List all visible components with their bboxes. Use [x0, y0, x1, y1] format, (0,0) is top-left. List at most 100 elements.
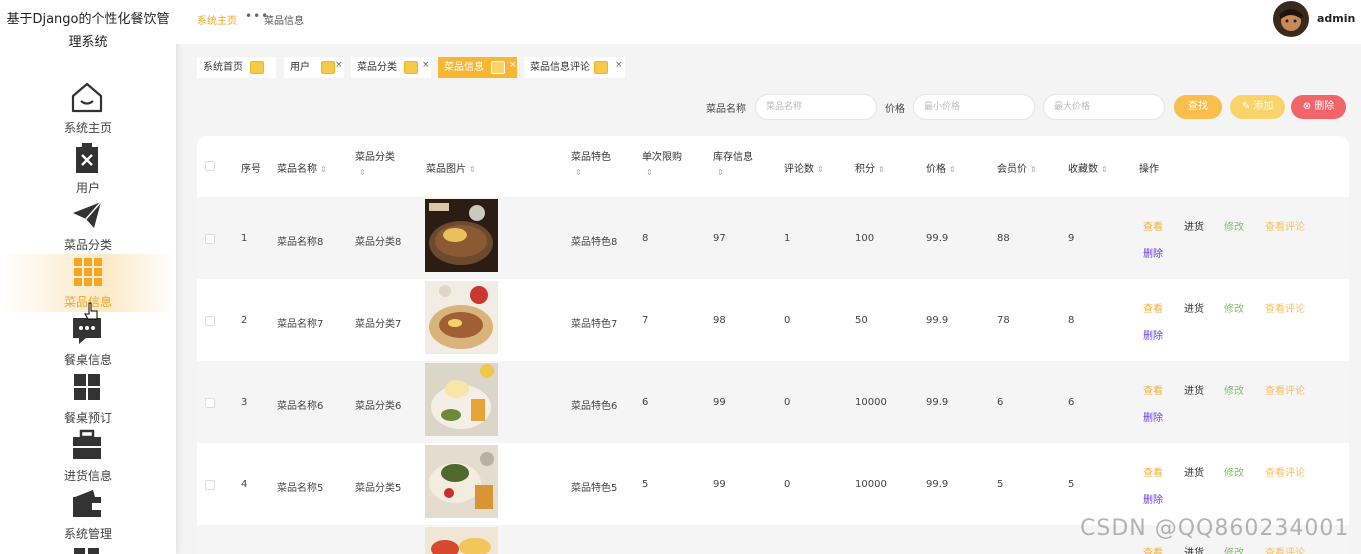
cell-limit: 8	[642, 233, 649, 244]
close-icon[interactable]: ×	[509, 55, 517, 76]
sidebar-item-label: 餐桌预订	[63, 411, 112, 425]
cell-name: 菜品名称8	[277, 237, 324, 248]
view-button[interactable]: 查看	[1143, 544, 1163, 554]
avatar[interactable]	[1273, 1, 1309, 37]
sidebar-item-dish-category[interactable]: 菜品分类	[0, 197, 176, 255]
cell-comments: 0	[784, 479, 791, 490]
view-comments-button[interactable]: 查看评论	[1265, 464, 1305, 479]
sort-icon: ⇕	[717, 168, 724, 177]
delete-button[interactable]: ⊗ 删除	[1291, 95, 1346, 119]
restock-button[interactable]: 进货	[1184, 300, 1204, 315]
close-icon[interactable]: ×	[422, 55, 430, 76]
add-button[interactable]: ✎ 添加	[1230, 95, 1285, 119]
header-member-price[interactable]: 会员价 ⇕	[997, 160, 1037, 175]
dish-image	[425, 199, 498, 272]
cell-comments: 0	[784, 315, 791, 326]
cell-stock: 97	[713, 233, 726, 244]
header-stock[interactable]: 库存信息 ⇕	[713, 148, 753, 183]
cell-limit: 6	[642, 397, 649, 408]
row-delete-button[interactable]: 删除	[1143, 409, 1163, 424]
sidebar-item-label: 进货信息	[63, 469, 112, 483]
cell-name: 菜品名称5	[277, 483, 324, 494]
view-comments-button[interactable]: 查看评论	[1265, 382, 1305, 397]
header-image[interactable]: 菜品图片 ⇕	[426, 160, 476, 175]
restock-button[interactable]: 进货	[1184, 464, 1204, 479]
price-label: 价格	[885, 104, 905, 115]
row-checkbox[interactable]	[205, 398, 215, 408]
header-points[interactable]: 积分 ⇕	[855, 160, 885, 175]
sidebar-item-label: 用户	[75, 181, 100, 195]
cell-stock: 98	[713, 315, 726, 326]
sort-icon: ⇕	[575, 168, 582, 177]
row-delete-button[interactable]: 删除	[1143, 491, 1163, 506]
close-icon[interactable]: ×	[615, 55, 623, 76]
edit-button[interactable]: 修改	[1224, 382, 1244, 397]
cell-index: 4	[241, 479, 248, 490]
sidebar-item-system[interactable]: 系统管理	[0, 486, 176, 544]
view-comments-button[interactable]: 查看评论	[1265, 300, 1305, 315]
edit-button[interactable]: 修改	[1224, 300, 1244, 315]
tab-dish-comments[interactable]: 菜品信息评论 ×	[524, 57, 625, 78]
restock-button[interactable]: 进货	[1184, 218, 1204, 233]
tab-dish-category[interactable]: 菜品分类 ×	[351, 57, 431, 78]
username[interactable]: admin	[1317, 12, 1355, 25]
row-checkbox[interactable]	[205, 234, 215, 244]
min-price-input[interactable]: 最小价格	[913, 94, 1035, 120]
cell-category: 菜品分类6	[355, 401, 402, 412]
max-price-input[interactable]: 最大价格	[1043, 94, 1165, 120]
edit-button[interactable]: 修改	[1224, 464, 1244, 479]
view-button[interactable]: 查看	[1143, 300, 1163, 315]
header-limit[interactable]: 单次限购 ⇕	[642, 148, 682, 183]
row-checkbox[interactable]	[205, 480, 215, 490]
home-icon	[71, 82, 103, 113]
tab-home[interactable]: 系统首页	[197, 57, 276, 78]
breadcrumb-current: 菜品信息	[264, 16, 304, 27]
edit-button[interactable]: 修改	[1224, 218, 1244, 233]
sidebar-item-user[interactable]: 用户	[0, 140, 176, 198]
header-feature[interactable]: 菜品特色 ⇕	[571, 148, 611, 183]
header-index: 序号	[241, 164, 261, 175]
header-category[interactable]: 菜品分类 ⇕	[355, 148, 395, 183]
sidebar-item-table-booking[interactable]: 餐桌预订	[0, 370, 176, 428]
cell-comments: 0	[784, 397, 791, 408]
edit-button[interactable]: 修改	[1224, 544, 1244, 554]
cell-price: 99.9	[926, 315, 949, 326]
tab-label: 菜品分类	[357, 62, 397, 73]
sidebar-item-home[interactable]: 系统主页	[0, 80, 176, 138]
tab-label: 菜品信息	[444, 62, 484, 73]
view-button[interactable]: 查看	[1143, 218, 1163, 233]
view-comments-button[interactable]: 查看评论	[1265, 218, 1305, 233]
tab-user[interactable]: 用户 ×	[284, 57, 344, 78]
cell-stock: 99	[713, 479, 726, 490]
sidebar-item-purchase[interactable]: 进货信息	[0, 428, 176, 486]
header-comments[interactable]: 评论数 ⇕	[784, 160, 824, 175]
delete-icon: ⊗	[1302, 101, 1315, 112]
view-button[interactable]: 查看	[1143, 382, 1163, 397]
restock-button[interactable]: 进货	[1184, 544, 1204, 554]
briefcase-icon	[73, 429, 101, 459]
row-delete-button[interactable]: 删除	[1143, 245, 1163, 260]
sort-icon: ⇕	[1101, 165, 1108, 174]
view-button[interactable]: 查看	[1143, 464, 1163, 479]
cell-index: 3	[241, 397, 248, 408]
header-favorites[interactable]: 收藏数 ⇕	[1068, 160, 1108, 175]
cell-points: 50	[855, 315, 868, 326]
cell-price: 99.9	[926, 479, 949, 490]
cell-limit: 5	[642, 479, 649, 490]
select-all-checkbox[interactable]	[205, 161, 215, 171]
cell-feature: 菜品特色8	[571, 237, 618, 248]
dish-name-input[interactable]: 菜品名称	[755, 94, 877, 120]
header-name[interactable]: 菜品名称 ⇕	[277, 160, 327, 175]
view-comments-button[interactable]: 查看评论	[1265, 544, 1305, 554]
cell-feature: 菜品特色7	[571, 319, 618, 330]
tab-dish-info[interactable]: 菜品信息 ×	[438, 57, 517, 78]
restock-button[interactable]: 进货	[1184, 382, 1204, 397]
row-checkbox[interactable]	[205, 316, 215, 326]
row-delete-button[interactable]: 删除	[1143, 327, 1163, 342]
search-button[interactable]: 查找	[1174, 95, 1222, 119]
sidebar-item-label: 餐桌信息	[63, 353, 112, 367]
breadcrumb-home[interactable]: 系统主页	[197, 12, 237, 27]
header-price[interactable]: 价格 ⇕	[926, 160, 956, 175]
sidebar-item-label: 菜品分类	[63, 238, 112, 252]
close-icon[interactable]: ×	[335, 55, 343, 76]
